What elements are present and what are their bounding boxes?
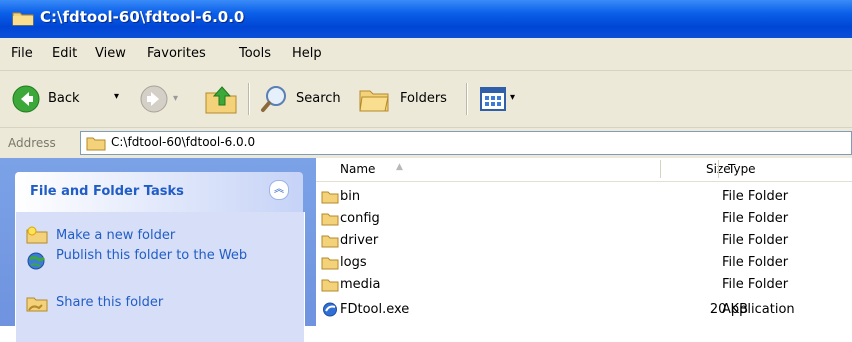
folder-icon: [86, 137, 106, 151]
task-panel-body: Make a new folder Publish this folder to…: [15, 212, 305, 342]
item-type: File Folder: [722, 277, 789, 292]
task-make-new-folder[interactable]: Make a new folder: [56, 228, 175, 243]
share-folder-icon: [26, 297, 48, 312]
menu-help[interactable]: Help: [292, 46, 322, 61]
task-panel-header[interactable]: File and Folder Tasks ︽: [15, 172, 303, 212]
column-type[interactable]: Type: [728, 162, 756, 176]
forward-arrow-icon[interactable]: [140, 85, 168, 113]
search-button[interactable]: Search: [258, 81, 348, 117]
item-name: config: [340, 211, 380, 226]
address-bar: Address C:\fdtool-60\fdtool-6.0.0: [0, 128, 852, 158]
folder-icon: [321, 279, 339, 292]
views-icon: [480, 87, 506, 111]
menu-tools[interactable]: Tools: [239, 46, 271, 61]
list-item[interactable]: logs File Folder: [316, 252, 852, 274]
list-item[interactable]: driver File Folder: [316, 230, 852, 252]
item-name: FDtool.exe: [340, 302, 410, 317]
folders-label: Folders: [400, 91, 447, 106]
toolbar: Back ▾ ▾ Search Folders ▾: [0, 71, 852, 128]
task-pane: File and Folder Tasks ︽ Make a new folde…: [0, 158, 316, 342]
item-name: driver: [340, 233, 379, 248]
file-list: Name ▲ Size Type bin File Folder config …: [316, 158, 852, 326]
address-input[interactable]: C:\fdtool-60\fdtool-6.0.0: [80, 131, 852, 155]
search-label: Search: [296, 91, 341, 106]
folder-icon: [321, 235, 339, 248]
item-name: media: [340, 277, 381, 292]
folder-icon: [321, 213, 339, 226]
address-value: C:\fdtool-60\fdtool-6.0.0: [111, 135, 256, 149]
menu-file[interactable]: File: [11, 46, 33, 61]
menu-view[interactable]: View: [95, 46, 126, 61]
item-type: File Folder: [722, 211, 789, 226]
task-publish-folder[interactable]: Publish this folder to the Web: [56, 248, 286, 263]
folder-icon: [321, 191, 339, 204]
item-name: logs: [340, 255, 367, 270]
toolbar-separator: [466, 83, 468, 115]
up-folder-icon[interactable]: [204, 83, 238, 115]
folder-icon: [12, 12, 34, 26]
column-header: Name ▲ Size Type: [316, 158, 852, 182]
back-button[interactable]: Back ▾: [8, 81, 130, 117]
item-type: File Folder: [722, 233, 789, 248]
list-item[interactable]: bin File Folder: [316, 186, 852, 208]
search-icon: [261, 86, 286, 112]
application-icon: [323, 302, 337, 317]
collapse-chevron-icon[interactable]: ︽: [269, 180, 289, 200]
sort-ascending-icon: ▲: [396, 162, 403, 172]
menu-favorites[interactable]: Favorites: [147, 46, 206, 61]
chevron-down-icon: ▾: [510, 92, 516, 103]
column-divider[interactable]: [660, 160, 661, 178]
folder-icon: [321, 257, 339, 270]
menu-edit[interactable]: Edit: [52, 46, 77, 61]
list-item[interactable]: config File Folder: [316, 208, 852, 230]
back-label: Back: [48, 91, 80, 106]
chevron-down-icon[interactable]: ▾: [114, 91, 119, 102]
task-panel-title: File and Folder Tasks: [30, 184, 184, 199]
column-name[interactable]: Name: [340, 162, 375, 176]
title-bar[interactable]: C:\fdtool-60\fdtool-6.0.0: [0, 0, 852, 38]
back-arrow-icon: [12, 85, 40, 113]
toolbar-separator: [248, 83, 250, 115]
list-item[interactable]: FDtool.exe 20 KB Application: [316, 299, 852, 321]
item-type: Application: [722, 302, 795, 317]
address-label: Address: [8, 136, 56, 150]
views-button[interactable]: ▾: [478, 83, 528, 115]
task-share-folder[interactable]: Share this folder: [56, 295, 163, 310]
window-title: C:\fdtool-60\fdtool-6.0.0: [40, 8, 245, 26]
item-name: bin: [340, 189, 361, 204]
chevron-down-icon[interactable]: ▾: [173, 93, 178, 104]
new-folder-icon: [26, 226, 48, 244]
folders-button[interactable]: Folders: [356, 81, 456, 117]
publish-web-icon: [27, 252, 46, 270]
folders-icon: [359, 90, 389, 112]
list-item[interactable]: media File Folder: [316, 274, 852, 296]
item-type: File Folder: [722, 255, 789, 270]
column-divider[interactable]: [718, 160, 719, 178]
explorer-window: C:\fdtool-60\fdtool-6.0.0 File Edit View…: [0, 0, 852, 342]
menu-bar: File Edit View Favorites Tools Help: [0, 38, 852, 71]
file-folder-tasks-panel: File and Folder Tasks ︽ Make a new folde…: [15, 172, 305, 342]
item-type: File Folder: [722, 189, 789, 204]
